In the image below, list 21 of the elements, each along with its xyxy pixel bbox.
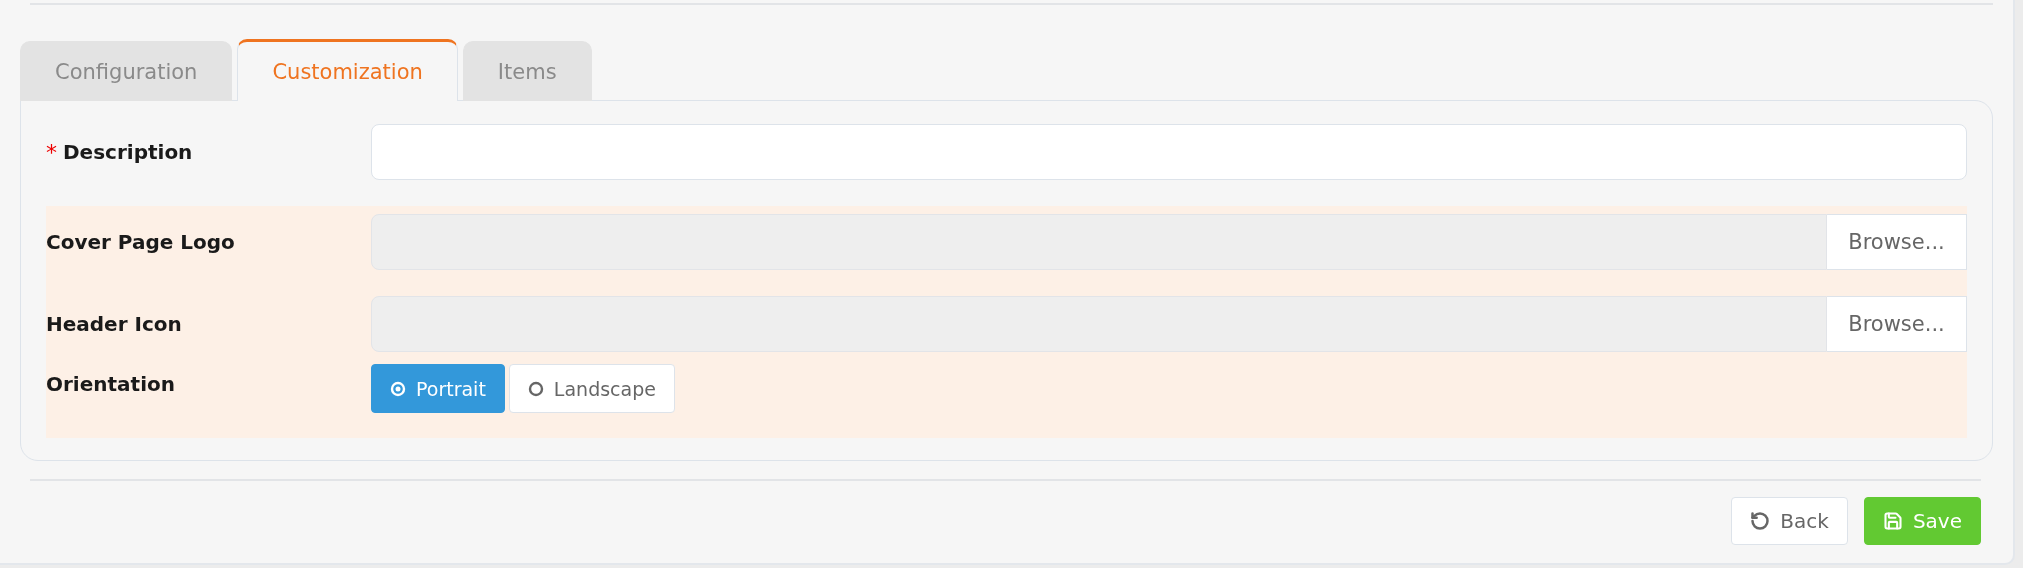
field-label: Description [63, 140, 193, 164]
radio-checked-icon [390, 380, 406, 397]
undo-icon [1750, 511, 1771, 531]
orientation-option[interactable]: Landscape [508, 364, 675, 413]
field-label: Orientation [46, 372, 176, 396]
back-button[interactable]: Back [1731, 497, 1848, 545]
field-label: Cover Page Logo [46, 230, 236, 254]
tab[interactable]: Customization [237, 39, 458, 101]
file-field[interactable] [371, 214, 1827, 270]
description-field[interactable] [371, 124, 1967, 180]
required-mark: * [46, 139, 57, 165]
browse-button[interactable]: Browse... [1827, 296, 1967, 352]
tab[interactable]: Items [462, 41, 592, 101]
file-field[interactable] [371, 296, 1827, 352]
save-icon [1882, 511, 1903, 531]
orientation-option[interactable]: Portrait [371, 364, 505, 413]
radio-icon [527, 380, 544, 397]
save-button[interactable]: Save [1863, 497, 1981, 545]
tab[interactable]: Configuration [20, 41, 233, 101]
browse-button[interactable]: Browse... [1827, 214, 1967, 270]
field-label: Header Icon [46, 312, 183, 336]
